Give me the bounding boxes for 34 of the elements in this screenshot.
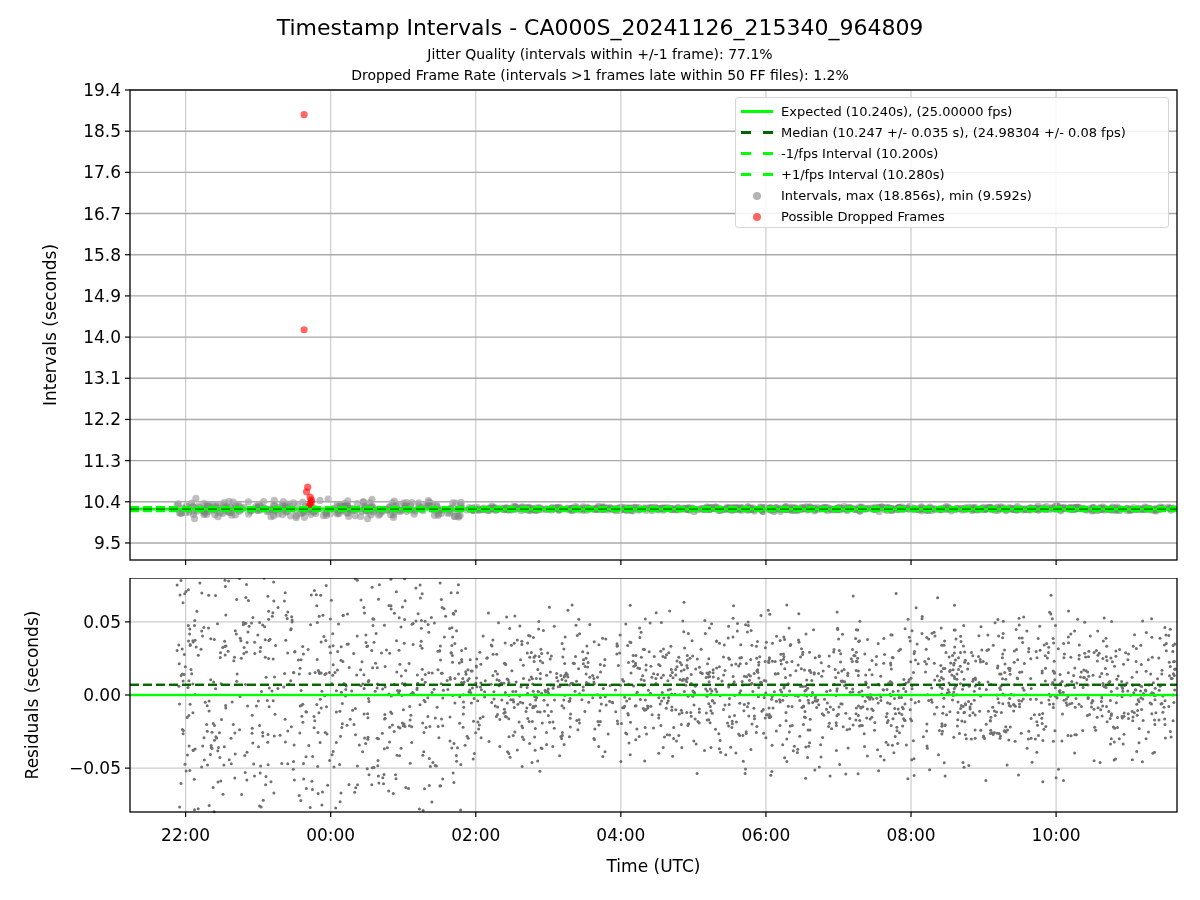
y-tick-label: 14.9 bbox=[83, 285, 121, 306]
y-tick-label: 16.7 bbox=[83, 203, 121, 224]
legend-label: Intervals, max (18.856s), min (9.592s) bbox=[781, 187, 1032, 204]
x-tick-label: 06:00 bbox=[741, 825, 791, 845]
x-tick-label: 02:00 bbox=[451, 825, 501, 845]
y-tick-label: 13.1 bbox=[83, 368, 121, 389]
y-tick-label: 0.05 bbox=[83, 611, 121, 632]
y-tick-label: 10.4 bbox=[83, 491, 121, 512]
x-tick-label: 00:00 bbox=[306, 825, 356, 845]
x-tick-label: 08:00 bbox=[886, 825, 936, 845]
y-tick-label: 14.0 bbox=[83, 327, 121, 348]
legend-label: Median (10.247 +/- 0.035 s), (24.98304 +/- 0.08 fps) bbox=[781, 124, 1126, 141]
legend-label: +1/fps Interval (10.280s) bbox=[781, 166, 945, 183]
legend-label: -1/fps Interval (10.200s) bbox=[781, 145, 939, 162]
y-tick-label: −0.05 bbox=[68, 758, 121, 779]
chart-subtitle: Dropped Frame Rate (intervals >1 frames late within 50 FF files): 1.2% bbox=[351, 66, 849, 85]
chart-subtitle: Jitter Quality (intervals within +/-1 frame): 77.1% bbox=[427, 45, 773, 64]
y-tick-label: 17.6 bbox=[83, 162, 121, 183]
y-tick-label: 15.8 bbox=[83, 244, 121, 265]
y-tick-label: 12.2 bbox=[83, 409, 121, 430]
x-tick-label: 22:00 bbox=[161, 825, 211, 845]
y-tick-label: 11.3 bbox=[83, 450, 121, 471]
y-tick-label: 0.00 bbox=[83, 685, 121, 705]
x-tick-label: 10:00 bbox=[1031, 825, 1081, 845]
y-axis-label: Residuals (seconds) bbox=[22, 610, 42, 780]
y-axis-label: Intervals (seconds) bbox=[40, 243, 60, 407]
y-tick-label: 9.5 bbox=[93, 533, 121, 553]
x-tick-label: 04:00 bbox=[596, 825, 646, 845]
x-axis-label: Time (UTC) bbox=[606, 856, 701, 876]
y-tick-label: 18.5 bbox=[83, 121, 121, 142]
legend-label: Expected (10.240s), (25.00000 fps) bbox=[781, 103, 1013, 120]
chart-title: Timestamp Intervals - CA000S_20241126_215340_964809 bbox=[276, 14, 924, 42]
legend-label: Possible Dropped Frames bbox=[781, 208, 945, 225]
y-tick-label: 19.4 bbox=[83, 80, 121, 100]
